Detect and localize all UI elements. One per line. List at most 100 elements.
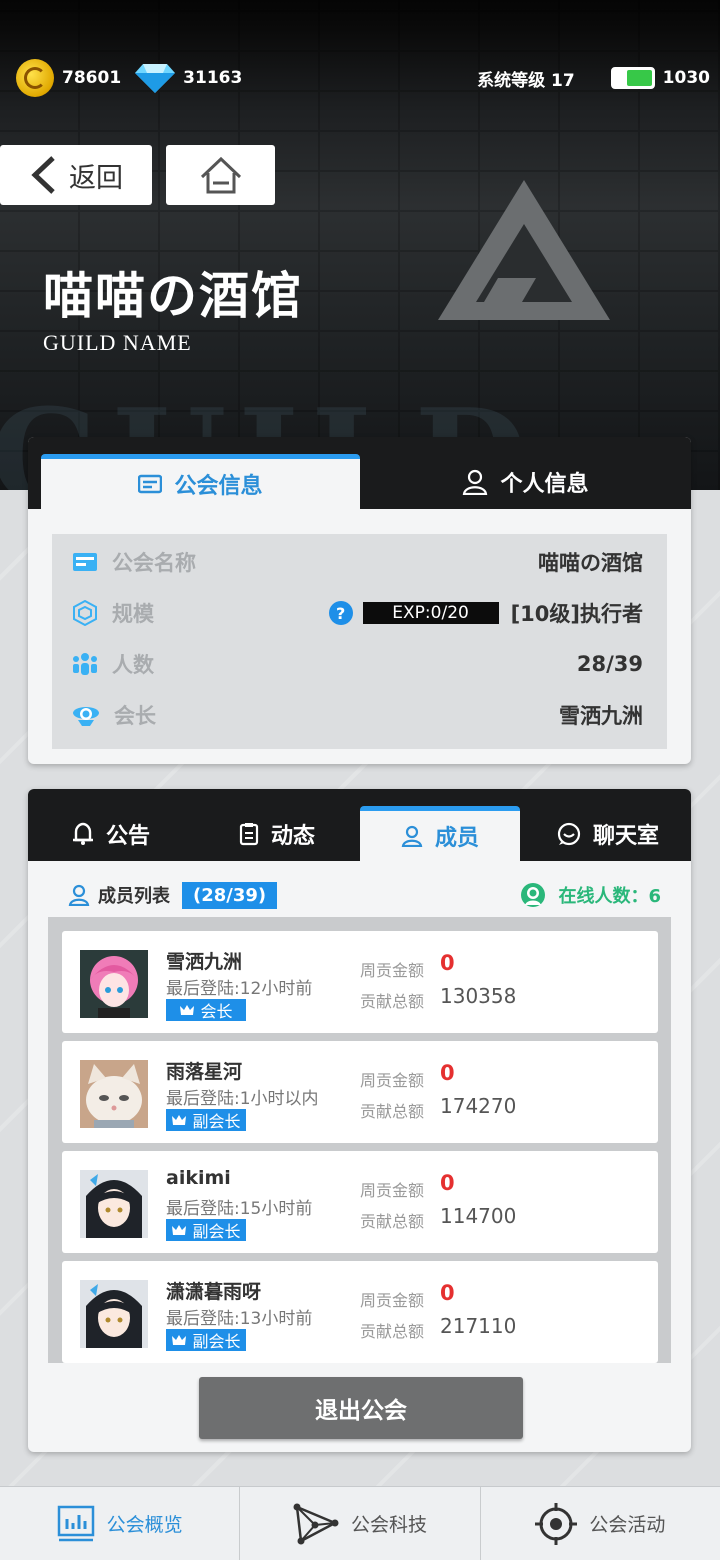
id-card-icon xyxy=(73,553,97,571)
weekly-contribution-value: 0 xyxy=(440,951,455,975)
chat-icon xyxy=(557,822,581,845)
crown-icon xyxy=(180,1005,195,1015)
list-item[interactable]: aikimi 最后登陆:15小时前 副会长 周贡金额 0 贡献总额 114700 xyxy=(62,1151,658,1253)
crown-icon xyxy=(172,1115,187,1125)
total-contribution-value: 174270 xyxy=(440,1094,517,1118)
cube-icon xyxy=(73,600,97,626)
people-icon xyxy=(73,653,97,675)
home-icon xyxy=(200,156,241,194)
total-contribution-label: 贡献总额 xyxy=(360,1322,425,1341)
coin-icon xyxy=(16,59,54,97)
id-card-icon xyxy=(138,474,163,494)
member-last-login: 最后登陆:15小时前 xyxy=(166,1199,313,1219)
nav-guild-tech[interactable]: 公会科技 xyxy=(240,1487,481,1560)
member-list-header: 成员列表 (28/39) 在线人数：6 xyxy=(68,877,661,913)
role-badge: 副会长 xyxy=(166,1109,246,1131)
bell-icon xyxy=(72,822,93,845)
nav-guild-activity[interactable]: 公会活动 xyxy=(481,1487,720,1560)
tab-activity[interactable]: 动态 xyxy=(194,806,360,861)
online-count-label: 在线人数：6 xyxy=(558,886,661,907)
guild-scale-label: 规模 xyxy=(112,602,154,626)
list-item[interactable]: 潇潇暮雨呀 最后登陆:13小时前 副会长 周贡金额 0 贡献总额 217110 xyxy=(62,1261,658,1363)
guild-emblem xyxy=(438,180,610,320)
role-badge: 会长 xyxy=(166,999,246,1021)
online-user-icon xyxy=(521,883,546,907)
guild-title: 喵喵の酒馆 xyxy=(43,266,303,325)
leader-icon xyxy=(73,707,99,726)
diamond-icon xyxy=(135,64,176,93)
energy-count: 1030 xyxy=(662,68,710,88)
gem-count: 31163 xyxy=(183,68,243,88)
role-badge: 副会长 xyxy=(166,1219,246,1241)
member-last-login: 最后登陆:12小时前 xyxy=(166,979,313,999)
role-badge-label: 副会长 xyxy=(192,1112,241,1131)
role-badge-label: 会长 xyxy=(200,1002,233,1021)
weekly-contribution-label: 周贡金额 xyxy=(360,1181,425,1200)
members-card: 公告 动态 成员 聊天室 成员列表 (28/39) 在线人数：6 雪洒九洲 最后… xyxy=(28,789,691,1452)
crown-icon xyxy=(172,1335,187,1345)
member-list[interactable]: 雪洒九洲 最后登陆:12小时前 会长 周贡金额 0 贡献总额 130358 雨落… xyxy=(48,917,671,1363)
avatar xyxy=(80,950,148,1018)
weekly-contribution-label: 周贡金额 xyxy=(360,961,425,980)
bottom-nav: 公会概览 公会科技 公会活动 xyxy=(0,1486,720,1560)
system-level: 系统等级 17 xyxy=(477,70,575,91)
total-contribution-label: 贡献总额 xyxy=(360,992,425,1011)
list-item[interactable]: 雪洒九洲 最后登陆:12小时前 会长 周贡金额 0 贡献总额 130358 xyxy=(62,931,658,1033)
guild-info-card: 公会信息 个人信息 公会名称 喵喵の酒馆 规模 ? EXP:0/20 [10级]… xyxy=(28,437,691,764)
network-icon xyxy=(293,1503,339,1544)
total-contribution-value: 114700 xyxy=(440,1204,517,1228)
member-count-label: 人数 xyxy=(112,653,154,677)
members-tabbar: 公告 动态 成员 聊天室 xyxy=(28,789,691,861)
home-button[interactable] xyxy=(166,145,275,205)
chevron-left-icon xyxy=(31,156,55,194)
online-count: 在线人数：6 xyxy=(520,882,661,908)
crown-icon xyxy=(172,1225,187,1235)
leader-label: 会长 xyxy=(114,704,156,728)
clipboard-icon xyxy=(239,822,259,845)
member-count-value: 28/39 xyxy=(576,652,643,676)
target-icon xyxy=(535,1502,578,1545)
back-button[interactable]: 返回 xyxy=(0,145,152,205)
leader-value: 雪洒九洲 xyxy=(559,704,643,728)
tab-announcement[interactable]: 公告 xyxy=(28,806,194,861)
bar-chart-icon xyxy=(57,1505,94,1541)
list-item[interactable]: 雨落星河 最后登陆:1小时以内 副会长 周贡金额 0 贡献总额 174270 xyxy=(62,1041,658,1143)
tab-chatroom[interactable]: 聊天室 xyxy=(525,806,691,861)
guild-subtitle: GUILD NAME xyxy=(43,330,192,355)
tab-chatroom-label: 聊天室 xyxy=(592,823,659,849)
back-button-label: 返回 xyxy=(69,162,123,194)
tab-personal-info[interactable]: 个人信息 xyxy=(360,454,691,509)
user-icon xyxy=(401,825,423,847)
member-name: 潇潇暮雨呀 xyxy=(166,1281,262,1303)
total-contribution-value: 217110 xyxy=(440,1314,517,1338)
guild-name-value: 喵喵の酒馆 xyxy=(538,551,643,575)
member-name: 雨落星河 xyxy=(166,1061,243,1083)
quit-guild-button[interactable]: 退出公会 xyxy=(199,1377,523,1439)
help-icon[interactable]: ? xyxy=(328,601,353,625)
coin-count: 78601 xyxy=(62,68,122,88)
user-icon xyxy=(68,884,90,906)
tab-announcement-label: 公告 xyxy=(105,823,150,849)
weekly-contribution-label: 周贡金额 xyxy=(360,1291,425,1310)
weekly-contribution-value: 0 xyxy=(440,1171,455,1195)
avatar xyxy=(80,1280,148,1348)
tab-members[interactable]: 成员 xyxy=(360,806,520,861)
total-contribution-value: 130358 xyxy=(440,984,517,1008)
role-badge-label: 副会长 xyxy=(192,1222,241,1241)
guild-scale-value: [10级]执行者 xyxy=(510,602,643,626)
nav-guild-overview-label: 公会概览 xyxy=(106,1514,183,1536)
avatar xyxy=(80,1170,148,1238)
member-name: 雪洒九洲 xyxy=(166,951,243,973)
total-contribution-label: 贡献总额 xyxy=(360,1102,425,1121)
role-badge-label: 副会长 xyxy=(192,1332,241,1351)
tab-members-label: 成员 xyxy=(434,826,479,851)
nav-guild-overview[interactable]: 公会概览 xyxy=(0,1487,241,1560)
tab-guild-info[interactable]: 公会信息 xyxy=(41,454,360,509)
info-row-leader: 会长 雪洒九洲 xyxy=(72,697,643,733)
energy-icon xyxy=(610,67,655,89)
avatar xyxy=(80,1060,148,1128)
info-tabbar: 公会信息 个人信息 xyxy=(28,437,691,509)
member-name: aikimi xyxy=(166,1167,231,1189)
weekly-contribution-value: 0 xyxy=(440,1061,455,1085)
guild-name-label: 公会名称 xyxy=(112,551,196,575)
